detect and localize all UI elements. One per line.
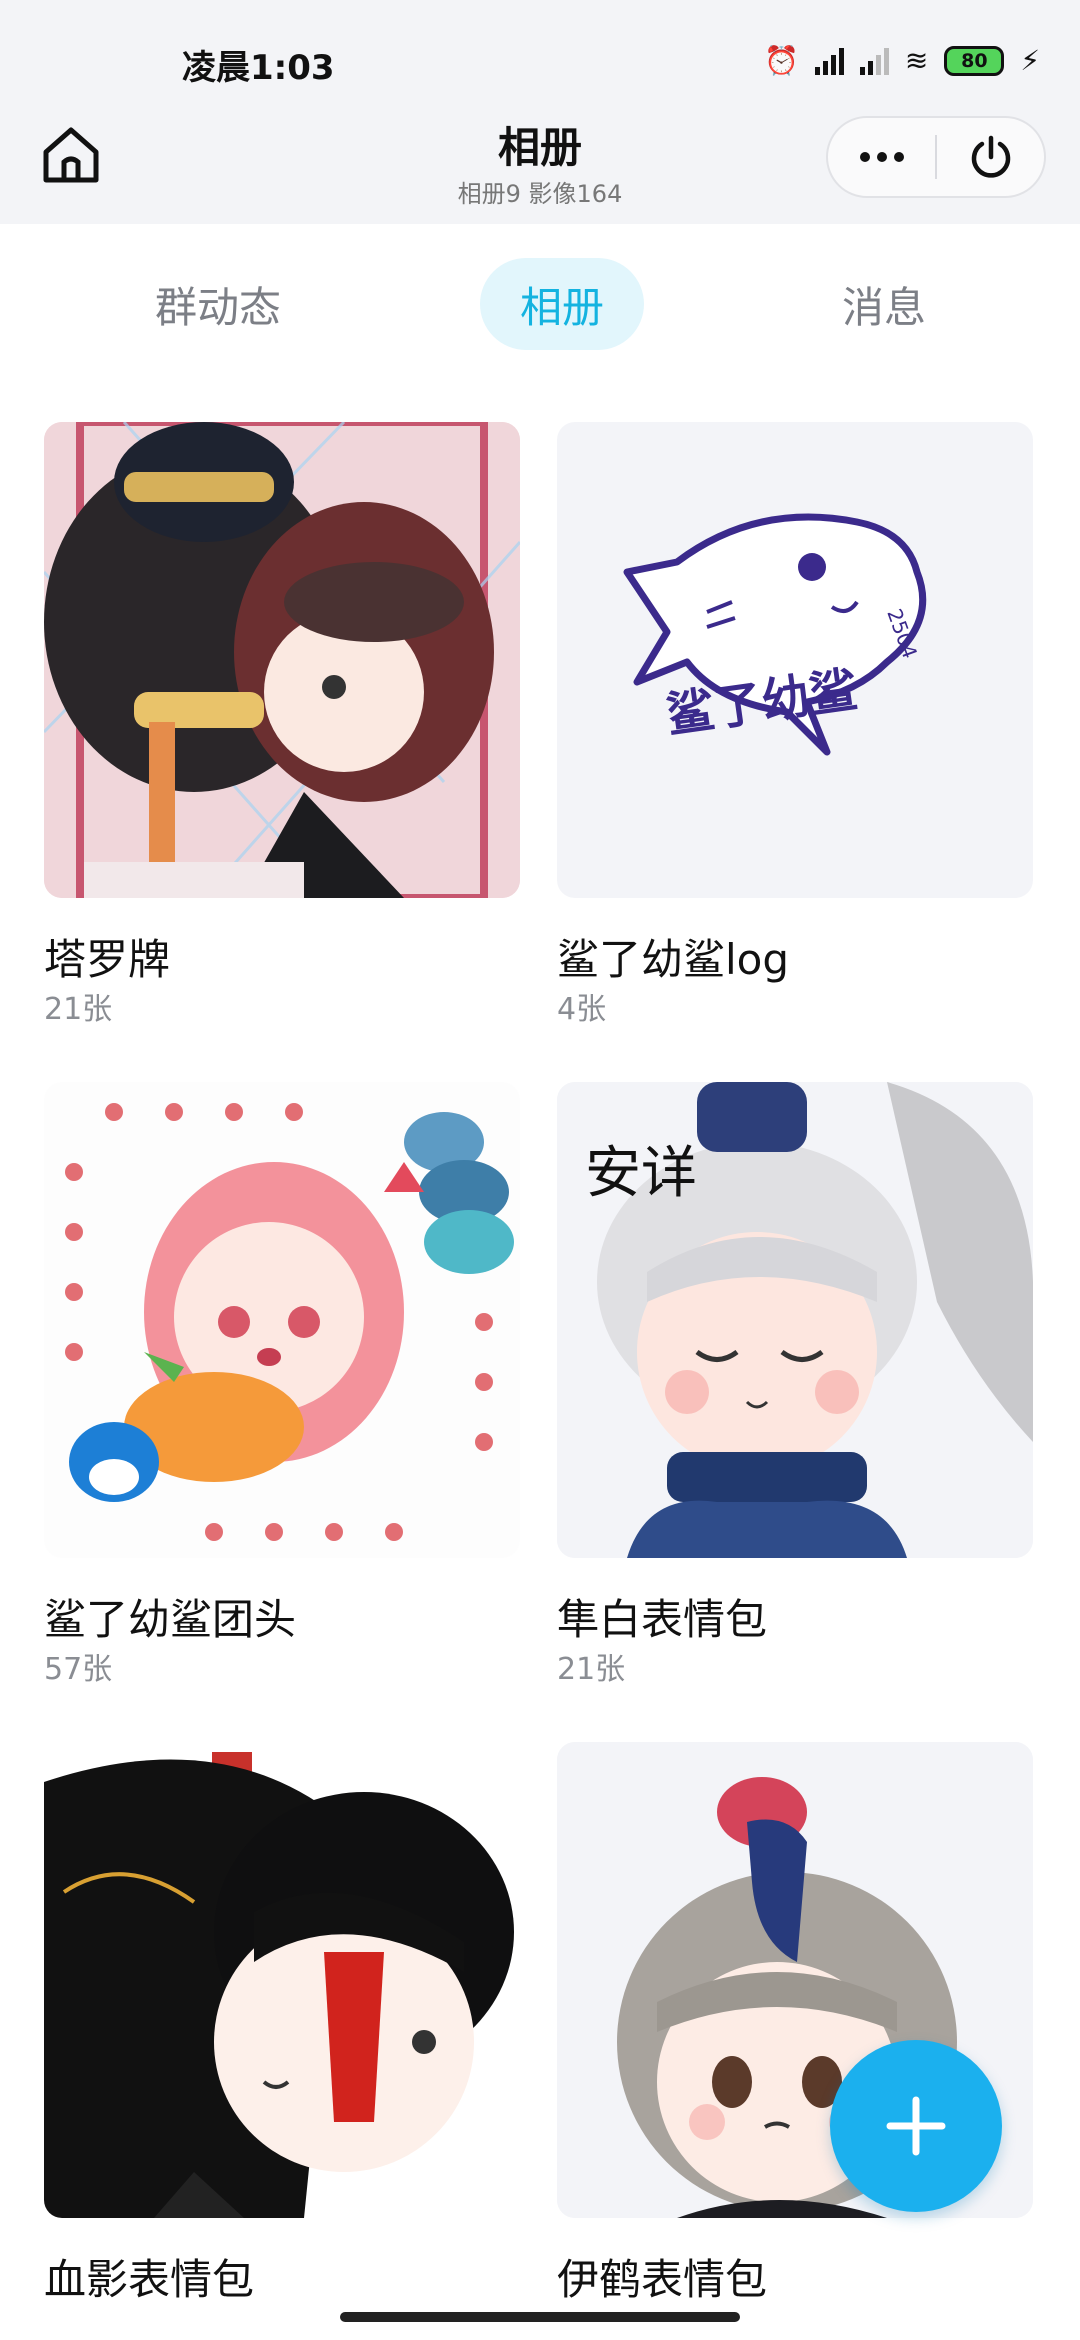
album-cover — [44, 1082, 520, 1558]
power-icon — [971, 135, 1010, 178]
plus-icon — [886, 2096, 946, 2156]
signal-icon-2 — [859, 47, 889, 75]
add-album-button[interactable] — [830, 2040, 1002, 2212]
album-cover: 安详 — [557, 1082, 1033, 1558]
album-name: 隼白表情包 — [557, 1595, 768, 1644]
alarm-icon: ⏰ — [763, 44, 799, 77]
chibi-cover-image — [44, 1082, 520, 1558]
mini-program-capsule — [826, 116, 1046, 198]
tab-group-feed[interactable]: 群动态 — [118, 258, 318, 350]
album-cover: 2504 鲨了幼鲨 — [557, 422, 1033, 898]
album-card[interactable]: 鲨了幼鲨团头 57张 — [44, 1082, 520, 1687]
charging-icon: ⚡ — [1020, 44, 1040, 77]
album-name: 血影表情包 — [44, 2255, 255, 2304]
wifi-icon: ≋ — [904, 44, 929, 77]
album-name: 伊鹤表情包 — [557, 2255, 768, 2304]
battery-icon: 80 — [944, 45, 1005, 76]
tab-messages[interactable]: 消息 — [800, 258, 968, 350]
album-cover — [44, 1742, 520, 2218]
album-card[interactable]: 塔罗牌 21张 — [44, 422, 520, 1027]
album-name: 鲨了幼鲨团头 — [44, 1595, 297, 1644]
album-count: 21张 — [557, 1652, 626, 1687]
shark-logo-text: 鲨了幼鲨 — [663, 662, 861, 744]
sleeping-chibi-image: 安详 — [557, 1082, 1033, 1558]
album-cover — [44, 422, 520, 898]
album-card[interactable]: 伊鹤表情包 — [557, 1742, 1033, 2304]
album-count: 4张 — [557, 992, 607, 1027]
album-card[interactable]: 安详 隼白表情包 21张 — [557, 1082, 1033, 1687]
sleep-text: 安详 — [585, 1141, 697, 1206]
album-name: 塔罗牌 — [44, 935, 171, 984]
more-button[interactable] — [828, 118, 935, 196]
album-name: 鲨了幼鲨log — [557, 935, 790, 984]
blood-shadow-image — [44, 1742, 520, 2218]
album-card[interactable]: 血影表情包 — [44, 1742, 520, 2304]
status-icons: ⏰ ≋ 80 ⚡ — [764, 44, 1040, 77]
close-button[interactable] — [937, 118, 1044, 196]
signal-icon — [814, 47, 844, 75]
tab-bar: 群动态 相册 消息 — [0, 258, 1080, 350]
album-card[interactable]: 2504 鲨了幼鲨 鲨了幼鲨log 4张 — [557, 422, 1033, 1027]
tarot-cover-image — [44, 422, 520, 898]
top-bar: 凌晨1:03 ⏰ ≋ 80 ⚡ 相册 相册9 影像164 — [0, 0, 1080, 224]
more-icon — [859, 152, 904, 162]
album-count: 21张 — [44, 992, 113, 1027]
tab-albums[interactable]: 相册 — [480, 258, 644, 350]
home-indicator[interactable] — [340, 2312, 740, 2322]
status-time: 凌晨1:03 — [182, 48, 335, 88]
shark-logo-image: 2504 鲨了幼鲨 — [623, 513, 927, 756]
album-count: 57张 — [44, 1652, 113, 1687]
